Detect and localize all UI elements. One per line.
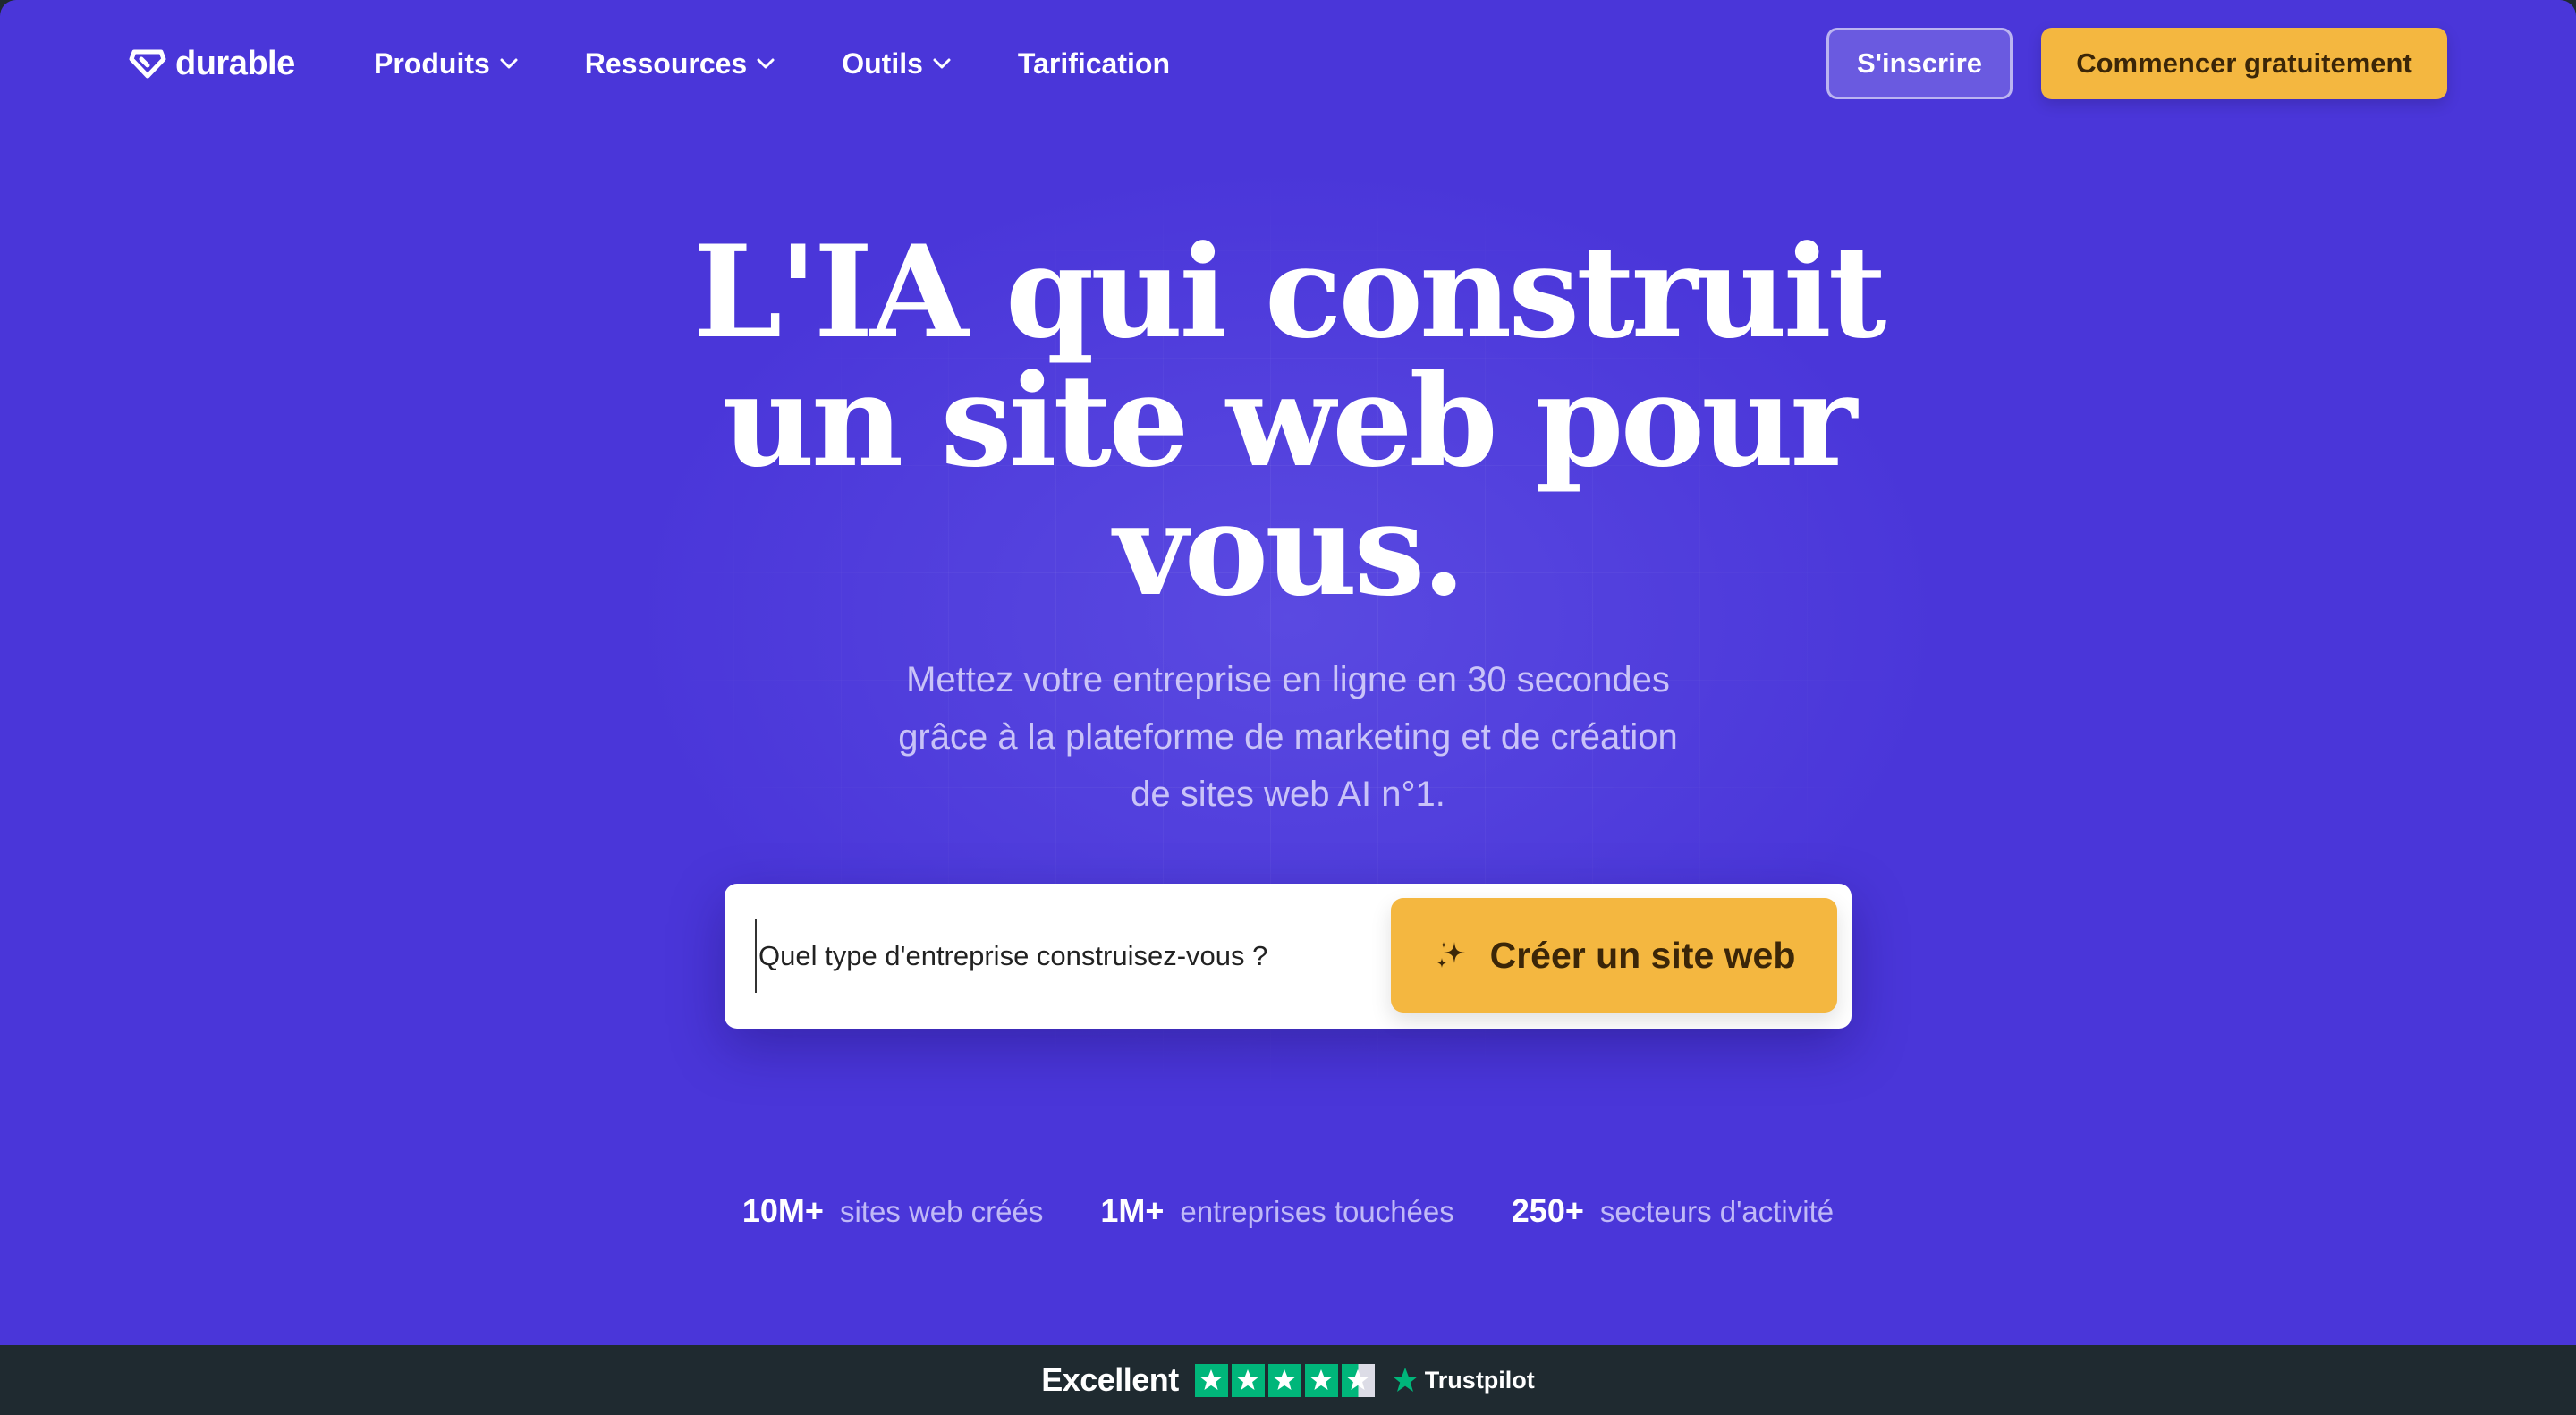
create-website-label: Créer un site web [1489,934,1796,976]
star-icon [1347,1369,1369,1390]
rating-star [1231,1363,1265,1397]
star-icon [1200,1369,1223,1390]
rating-star [1267,1363,1301,1397]
star-icon [1274,1369,1296,1390]
nav-item-label: Ressources [584,47,748,80]
rating-stars [1194,1363,1375,1397]
sparkle-icon [1436,942,1465,968]
rating-star [1341,1363,1375,1397]
create-website-button[interactable]: Créer un site web [1391,898,1837,1013]
subtitle-line: de sites web AI n°1. [1131,775,1445,814]
chevron-down-icon [757,58,775,69]
chevron-down-icon [933,58,951,69]
trustpilot-brand-text: Trustpilot [1424,1366,1535,1394]
stat-label: secteurs d'activité [1599,1195,1835,1228]
nav-item-ressources[interactable]: Ressources [585,47,775,80]
rating-star [1194,1363,1228,1397]
top-navigation: durable Produits Ressources Outils Tarif… [0,0,2576,127]
star-icon [1310,1369,1333,1390]
nav-item-outils[interactable]: Outils [842,47,952,80]
nav-item-label: Outils [842,47,923,80]
trustpilot-logo: Trustpilot [1391,1366,1535,1394]
nav-item-produits[interactable]: Produits [374,47,519,80]
stat-label: entreprises touchées [1180,1195,1454,1228]
start-free-button[interactable]: Commencer gratuitement [2041,28,2447,99]
headline-line: L'IA qui construit [692,218,1887,367]
hero-subtitle: Mettez votre entreprise en ligne en 30 s… [841,651,1735,823]
logo-link[interactable]: durable [129,43,295,84]
subtitle-line: Mettez votre entreprise en ligne en 30 s… [906,660,1670,699]
stat-item: 10M+ sites web créés [742,1192,1044,1230]
durable-logo-icon [129,49,166,79]
stat-number: 1M+ [1100,1192,1165,1229]
rating-star [1304,1363,1338,1397]
stat-number: 250+ [1511,1192,1584,1229]
business-type-input[interactable] [755,919,1399,993]
business-type-form: Créer un site web [724,884,1852,1029]
nav-item-label: Produits [374,47,490,80]
trustpilot-bar[interactable]: Excellent Trustpilot [0,1345,2576,1415]
headline-line: un site web pour [722,347,1858,496]
nav-item-label: Tarification [1017,47,1170,80]
trustpilot-star-icon [1392,1368,1418,1392]
trustpilot-widget: Excellent Trustpilot [1041,1361,1535,1399]
stats-row: 10M+ sites web créés 1M+ entreprises tou… [0,1190,2576,1233]
stat-item: 1M+ entreprises touchées [1100,1192,1453,1230]
nav-item-tarification[interactable]: Tarification [1018,47,1170,80]
subtitle-line: grâce à la plateforme de marketing et de… [898,717,1678,757]
stat-number: 10M+ [741,1192,824,1229]
rating-word: Excellent [1041,1361,1179,1398]
logo-text: durable [175,44,295,82]
hero-section: durable Produits Ressources Outils Tarif… [0,0,2576,1345]
stat-label: sites web créés [839,1195,1044,1228]
star-icon [1237,1369,1259,1390]
signup-button[interactable]: S'inscrire [1826,28,2012,99]
hero-headline: L'IA qui construit un site web pour vous… [572,228,2004,614]
stat-item: 250+ secteurs d'activité [1512,1192,1834,1230]
chevron-down-icon [500,58,518,69]
nav-links: Produits Ressources Outils Tarification [374,39,1236,88]
headline-line: vous. [1114,476,1466,624]
